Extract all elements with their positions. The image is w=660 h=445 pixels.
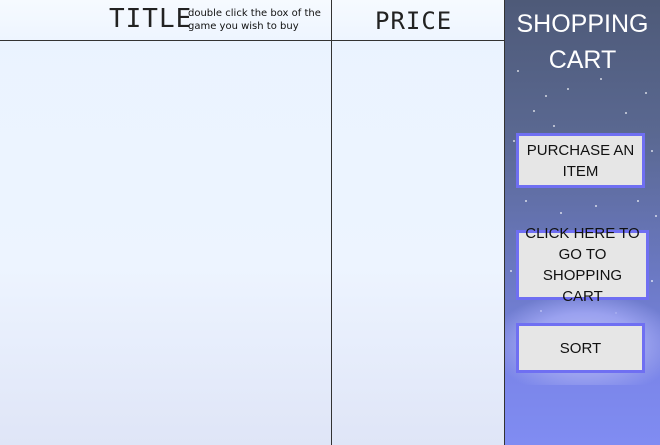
shopping-cart-sidebar: SHOPPING CART PURCHASE AN ITEM CLICK HER… bbox=[505, 0, 660, 445]
star-decoration bbox=[513, 140, 515, 142]
star-decoration bbox=[567, 88, 569, 90]
sidebar-title-line1: SHOPPING bbox=[516, 10, 649, 38]
go-to-cart-button[interactable]: CLICK HERE TO GO TO SHOPPING CART bbox=[516, 225, 649, 305]
star-decoration bbox=[525, 200, 527, 202]
star-decoration bbox=[655, 215, 657, 217]
price-column-header: PRICE bbox=[375, 7, 453, 35]
title-column-cells[interactable] bbox=[0, 41, 331, 445]
star-decoration bbox=[637, 200, 639, 202]
star-decoration bbox=[625, 112, 627, 114]
star-decoration bbox=[560, 212, 562, 214]
star-decoration bbox=[600, 78, 602, 80]
table-header-row: TITLE double click the box of the game y… bbox=[0, 0, 505, 41]
star-decoration bbox=[553, 125, 555, 127]
column-divider bbox=[331, 0, 332, 445]
star-decoration bbox=[545, 95, 547, 97]
sidebar-title: SHOPPING CART bbox=[505, 6, 660, 78]
sidebar-title-line2: CART bbox=[548, 46, 617, 74]
sort-button[interactable]: SORT bbox=[516, 323, 645, 373]
star-decoration bbox=[651, 150, 653, 152]
star-decoration bbox=[645, 92, 647, 94]
star-decoration bbox=[595, 205, 597, 207]
price-column-cells[interactable] bbox=[332, 41, 504, 445]
purchase-item-button[interactable]: PURCHASE AN ITEM bbox=[516, 133, 645, 188]
title-column-header: TITLE bbox=[109, 4, 193, 34]
star-decoration bbox=[510, 270, 512, 272]
star-decoration bbox=[651, 280, 653, 282]
games-table: TITLE double click the box of the game y… bbox=[0, 0, 505, 445]
instruction-hint: double click the box of the game you wis… bbox=[188, 8, 321, 32]
app-window: TITLE double click the box of the game y… bbox=[0, 0, 660, 445]
star-decoration bbox=[533, 110, 535, 112]
